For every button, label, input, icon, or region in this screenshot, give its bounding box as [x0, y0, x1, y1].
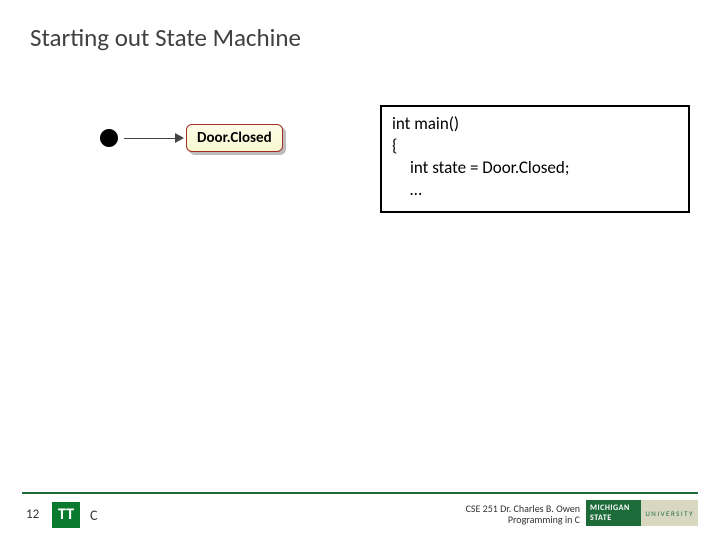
- course-credit: CSE 251 Dr. Charles B. Owen Programming …: [466, 503, 580, 525]
- code-line: {: [392, 135, 678, 157]
- code-line: int main(): [392, 113, 678, 135]
- code-line: int state = Door.Closed;: [392, 157, 678, 179]
- slide-title: Starting out State Machine: [30, 22, 301, 53]
- transition-arrow: [124, 137, 184, 139]
- state-node: Door.Closed: [186, 124, 283, 152]
- msu-logo: MICHIGAN STATE UNIVERSITY: [586, 500, 698, 526]
- msu-logo-right: UNIVERSITY: [641, 500, 698, 526]
- msu-logo-left: MICHIGAN STATE: [586, 500, 641, 526]
- tt-badge: TT: [52, 502, 80, 528]
- code-snippet: int main() { int state = Door.Closed; …: [380, 105, 690, 213]
- state-label: Door.Closed: [186, 124, 283, 152]
- footer-divider: [22, 492, 698, 494]
- slide-number: 12: [26, 507, 39, 522]
- code-line: …: [392, 179, 678, 201]
- credit-line: Programming in C: [466, 514, 580, 525]
- initial-state-dot: [100, 129, 118, 147]
- language-label: C: [90, 507, 97, 524]
- state-diagram: Door.Closed: [100, 124, 283, 152]
